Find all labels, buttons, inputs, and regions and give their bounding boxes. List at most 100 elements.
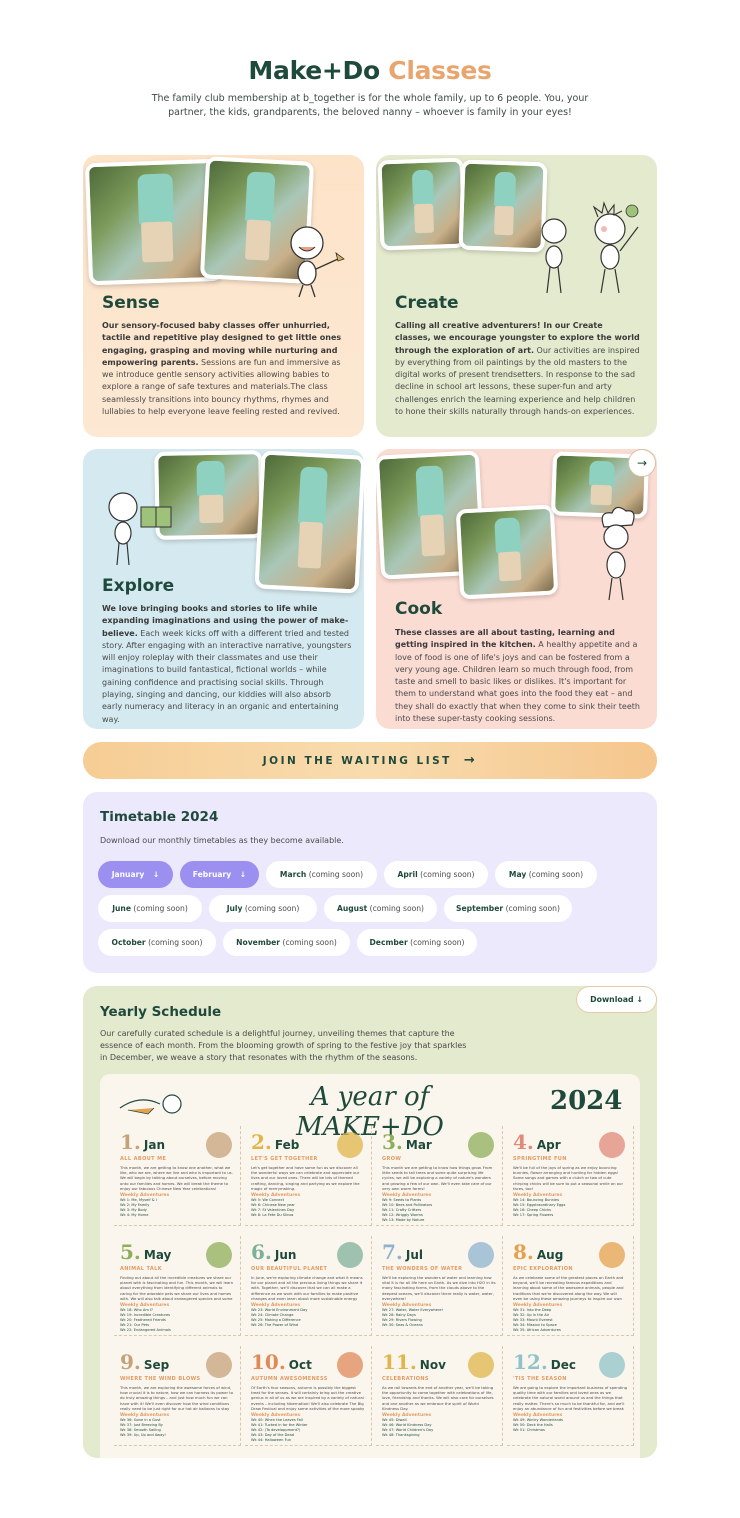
month-body: This month we are getting to know how th…: [382, 1165, 493, 1191]
class-description: Our sensory-focused baby classes offer u…: [102, 320, 347, 418]
month-body: We'll be full of the joys of spring as w…: [513, 1165, 624, 1191]
month-name: April: [397, 870, 418, 879]
carousel-next-button[interactable]: →: [628, 449, 656, 477]
poster-year: 2024: [550, 1086, 623, 1116]
month-number: 2.: [251, 1130, 272, 1154]
timetable-title: Timetable 2024: [100, 809, 219, 825]
month-pill-january[interactable]: January ↓: [98, 861, 173, 888]
month-name: August: [336, 904, 368, 913]
month-status: (coming soon): [244, 904, 300, 913]
character-doodle: [541, 201, 639, 294]
class-title: Cook: [395, 599, 443, 619]
page-title: Make+Do Classes: [0, 56, 740, 85]
class-title: Create: [395, 293, 459, 313]
month-body: Let's get together and have some fun as …: [251, 1165, 360, 1191]
month-pill-june[interactable]: June (coming soon): [98, 895, 202, 922]
join-waiting-list-button[interactable]: JOIN THE WAITING LIST →: [83, 742, 657, 779]
join-label: JOIN THE WAITING LIST: [262, 755, 452, 767]
poster-month-cell: 9. Sep WHERE THE WIND BLOWS This month, we …: [114, 1346, 241, 1446]
month-pill-october[interactable]: October (coming soon): [98, 929, 216, 956]
week-item: Wk 17: Spring Flowers: [513, 1213, 554, 1217]
class-photo: [455, 504, 559, 600]
yearly-title: Yearly Schedule: [100, 1004, 222, 1020]
poster-month-cell: 12. Dec 'TIS THE SEASON We are going to exp…: [507, 1346, 634, 1446]
month-name: Jul: [405, 1248, 424, 1262]
month-illustration-icon: [599, 1352, 625, 1378]
month-illustration-icon: [337, 1132, 363, 1158]
week-item: Wk 35: African Adventures: [513, 1328, 561, 1332]
month-pill-march[interactable]: March (coming soon): [266, 861, 377, 888]
month-name: Feb: [274, 1138, 300, 1152]
month-status: (coming soon): [133, 904, 188, 913]
month-status: (coming soon): [420, 870, 475, 879]
week-item: Wk 26: The Power of Wind: [251, 1323, 299, 1327]
month-number: 7.: [382, 1240, 403, 1264]
title-accent: Classes: [388, 56, 492, 85]
month-pill-may[interactable]: May (coming soon): [495, 861, 597, 888]
poster-month-cell: 7. Jul THE WONDERS OF WATER We'll be explor…: [376, 1236, 503, 1336]
month-number: 12.: [513, 1350, 548, 1374]
month-pill-july[interactable]: July (coming soon): [209, 895, 317, 922]
page-subtitle: The family club membership at b_together…: [151, 93, 589, 118]
poster-month-cell: 6. Jun OUR BEAUTIFUL PLANET In June, we're …: [245, 1236, 372, 1336]
class-card-explore: Explore We love bringing books and stori…: [83, 449, 364, 729]
download-button[interactable]: Download ↓: [576, 986, 657, 1013]
poster-month-cell: 2. Feb LET'S GET TOGETHER Let's get togethe…: [245, 1126, 372, 1226]
month-name: Dec: [550, 1358, 577, 1372]
class-title: Sense: [102, 293, 160, 313]
class-photo: [254, 450, 364, 594]
month-status: (coming soon): [410, 938, 465, 947]
arrow-right-icon: →: [636, 456, 648, 470]
month-status: (coming soon): [308, 870, 364, 879]
class-card-create: Create Calling all creative adventurers!…: [376, 155, 657, 437]
month-illustration-icon: [599, 1132, 625, 1158]
month-number: 9.: [120, 1350, 141, 1374]
week-item: Wk 8: La Fete Du Slinos: [251, 1213, 294, 1217]
month-illustration-icon: [206, 1132, 232, 1158]
month-pill-february[interactable]: February ↓: [180, 861, 259, 888]
week-item: Wk 22: Endangered Animals: [120, 1328, 171, 1332]
poster-month-cell: 3. Mar GROW This month we are getting to kn…: [376, 1126, 503, 1226]
month-illustration-icon: [337, 1242, 363, 1268]
month-pill-august[interactable]: August (coming soon): [324, 895, 437, 922]
poster-month-cell: 10. Oct AUTUMN AWESOMENESS Of Earth's four …: [245, 1346, 372, 1446]
character-doodle: [290, 226, 345, 298]
character-doodle: [601, 506, 635, 601]
timetable-note: Download our monthly timetables as they …: [100, 836, 344, 845]
poster-month-cell: 1. Jan ALL ABOUT ME This month, we are gett…: [114, 1126, 241, 1226]
month-number: 10.: [251, 1350, 286, 1374]
month-status: (coming soon): [282, 938, 337, 947]
poster-month-cell: 5. May ANIMAL TALK Finding out about all th…: [114, 1236, 241, 1336]
poster-month-cell: 11. Nov CELEBRATIONS As we roll towards the…: [376, 1346, 503, 1446]
month-body: Of Earth's four seasons, autumn is possi…: [251, 1385, 365, 1411]
month-name: November: [236, 938, 281, 947]
month-name: February: [192, 870, 232, 879]
month-pill-december[interactable]: Decmber (coming soon): [357, 929, 477, 956]
month-number: 6.: [251, 1240, 272, 1264]
month-name: October: [111, 938, 146, 947]
class-body: Our activities are inspired by everythin…: [395, 345, 640, 417]
class-card-cook: Cook These classes are all about tasting…: [376, 449, 657, 729]
week-item: Wk 39: Up, Up and Away!: [120, 1433, 166, 1437]
month-body: In June, we're exploring climate change …: [251, 1275, 363, 1301]
month-pill-november[interactable]: November (coming soon): [223, 929, 350, 956]
month-name: Sep: [143, 1358, 170, 1372]
month-name: June: [112, 904, 131, 913]
month-body: We'll be exploring the wonders of water …: [382, 1275, 496, 1301]
poster-month-cell: 8. Aug EPIC EXPLORATION As we celebrate som…: [507, 1236, 634, 1336]
month-status: (coming soon): [148, 938, 203, 947]
month-pill-september[interactable]: September (coming soon): [444, 895, 572, 922]
class-body: Each week kicks off with a different tri…: [102, 628, 352, 724]
download-label: Download: [590, 995, 634, 1004]
class-body: A healthy appetite and a love of food is…: [395, 640, 640, 724]
class-card-sense: Sense Our sensory-focused baby classes o…: [83, 155, 364, 437]
month-body: This month, we are exploring the awesome…: [120, 1385, 234, 1411]
month-number: 5.: [120, 1240, 141, 1264]
class-title: Explore: [102, 576, 175, 596]
month-number: 4.: [513, 1130, 534, 1154]
week-item: Wk 48: Thanksgiving: [382, 1433, 420, 1437]
flying-character-doodle: [119, 1094, 182, 1115]
month-name: Apr: [536, 1138, 561, 1152]
week-item: Wk 13: Made by Nature: [382, 1218, 425, 1222]
month-pill-april[interactable]: April (coming soon): [384, 861, 488, 888]
